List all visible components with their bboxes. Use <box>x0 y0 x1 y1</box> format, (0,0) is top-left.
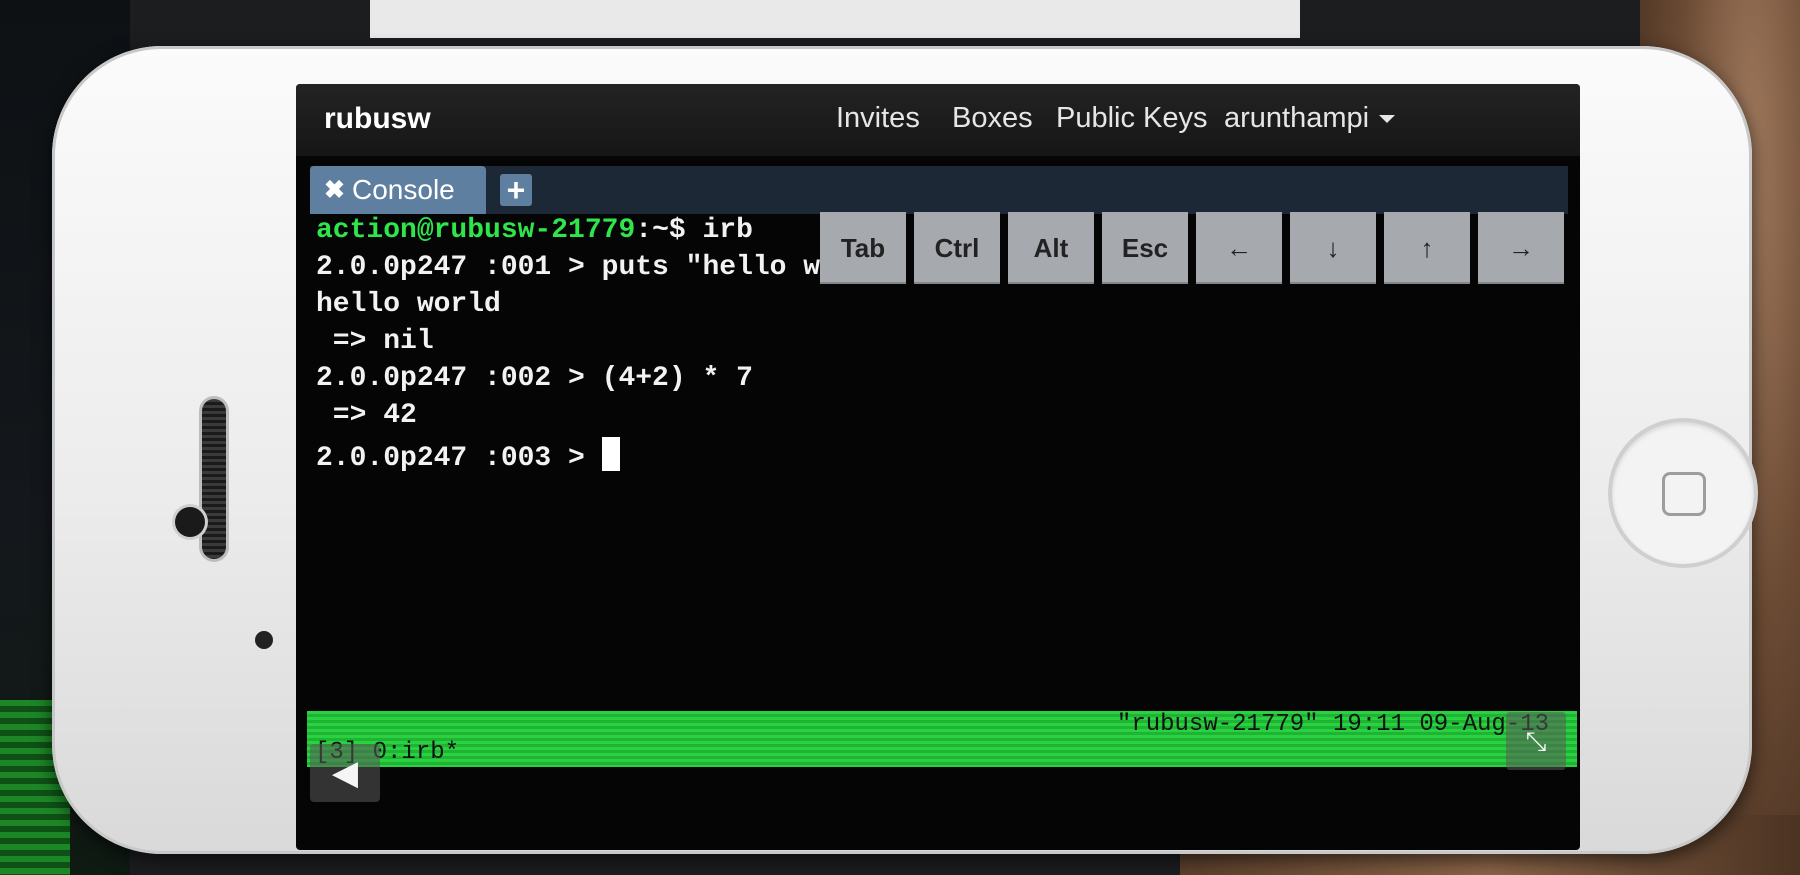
arrow-left-key-button[interactable]: ← <box>1196 212 1282 284</box>
background-screen <box>370 0 1300 38</box>
alt-key-button[interactable]: Alt <box>1008 212 1094 284</box>
proximity-sensor <box>255 631 273 649</box>
nav-public-keys[interactable]: Public Keys <box>1056 102 1208 135</box>
home-button[interactable] <box>1612 422 1754 564</box>
tab-bar: ✖ Console + <box>310 166 1568 214</box>
terminal-input-line: 2.0.0p247 :003 > <box>316 437 620 474</box>
tab-console[interactable]: ✖ Console <box>310 166 486 214</box>
add-tab-button[interactable]: + <box>500 174 532 206</box>
status-session-info: "rubusw-21779" 19:11 09-Aug-13 <box>1116 711 1549 738</box>
ctrl-key-button[interactable]: Ctrl <box>914 212 1000 284</box>
terminal-prompt-line: action@rubusw-21779:~$ irb <box>316 215 753 246</box>
special-keys-toolbar: Tab Ctrl Alt Esc ← ↓ ↑ → <box>820 212 1576 284</box>
navbar: rubusw Invites Boxes Public Keys aruntha… <box>296 84 1580 156</box>
arrow-down-key-button[interactable]: ↓ <box>1290 212 1376 284</box>
terminal-line: hello world <box>316 289 501 320</box>
terminal-line: => nil <box>316 326 434 357</box>
terminal-line: 2.0.0p247 :002 > (4+2) * 7 <box>316 363 753 394</box>
arrow-up-key-button[interactable]: ↑ <box>1384 212 1470 284</box>
close-icon[interactable]: ✖ <box>324 166 345 214</box>
tab-key-button[interactable]: Tab <box>820 212 906 284</box>
brand-logo[interactable]: rubusw <box>324 102 431 136</box>
text-cursor <box>601 437 620 471</box>
phone-screen: rubusw Invites Boxes Public Keys aruntha… <box>296 84 1580 850</box>
arrow-right-key-button[interactable]: → <box>1478 212 1564 284</box>
user-menu[interactable]: arunthampi <box>1224 102 1396 135</box>
nav-boxes[interactable]: Boxes <box>952 102 1033 135</box>
user-name: arunthampi <box>1224 102 1370 134</box>
terminal-current-prompt: 2.0.0p247 :003 > <box>316 443 602 474</box>
earpiece-speaker <box>202 399 226 559</box>
caret-down-icon <box>1379 115 1396 124</box>
back-arrow-button[interactable]: ◀ <box>310 744 380 802</box>
prompt-user: action@rubusw-21779 <box>316 215 636 246</box>
home-square-icon <box>1662 472 1706 516</box>
nav-invites[interactable]: Invites <box>836 102 920 135</box>
collapse-icon[interactable]: ⤡ <box>1506 712 1566 770</box>
terminal-line: => 42 <box>316 400 417 431</box>
tab-console-label: Console <box>352 174 455 205</box>
terminal-line: 2.0.0p247 :001 > puts "hello world" <box>316 252 905 283</box>
esc-key-button[interactable]: Esc <box>1102 212 1188 284</box>
prompt-path: :~$ irb <box>635 215 753 246</box>
front-camera <box>175 507 205 537</box>
tmux-status-bar: "rubusw-21779" 19:11 09-Aug-13 [3] 0:irb… <box>307 711 1577 767</box>
